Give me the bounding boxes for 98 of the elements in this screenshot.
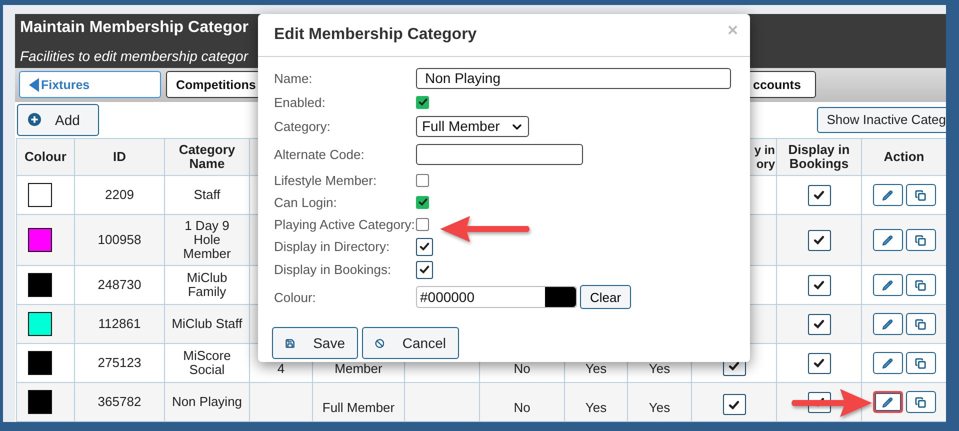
copy-icon [915, 280, 926, 290]
table-cell: MiClub Family [186, 270, 228, 299]
table-cell: Member [334, 361, 382, 376]
copy-icon [915, 190, 926, 200]
checkbox[interactable] [416, 218, 429, 230]
edit-button[interactable] [872, 229, 902, 251]
floppy-icon [285, 338, 296, 348]
check-icon [813, 234, 825, 246]
table-cell: 100958 [98, 232, 142, 247]
pencil-icon [882, 396, 893, 408]
column-header: Colour [24, 149, 66, 164]
add-button[interactable]: Add [17, 104, 99, 136]
check-icon [418, 97, 428, 107]
table-cell: Non Playing [172, 394, 242, 409]
checkbox[interactable] [416, 96, 429, 108]
check-icon [419, 264, 430, 275]
copy-button[interactable] [906, 352, 936, 374]
table-cell: Yes [585, 361, 607, 376]
table-cell: 275123 [98, 355, 142, 370]
nav-tab[interactable]: Fixtures [19, 71, 161, 98]
checkbox[interactable] [808, 230, 830, 250]
check-icon [419, 241, 430, 252]
field-label: Playing Active Category: [274, 216, 416, 232]
copy-button[interactable] [906, 391, 936, 413]
check-icon [813, 279, 825, 291]
edit-button[interactable] [872, 391, 902, 413]
category-select[interactable]: Full Member [416, 116, 529, 137]
copy-icon [915, 396, 926, 408]
pencil-icon [882, 190, 893, 200]
dialog-title: Edit Membership Category [274, 26, 477, 44]
checkbox[interactable] [416, 196, 429, 208]
check-icon [813, 318, 825, 330]
table-cell: 248730 [98, 277, 142, 292]
page-subtitle: Facilities to edit membership categor [20, 48, 250, 64]
check-icon [813, 357, 825, 369]
field-label: Display in Directory: [274, 239, 391, 254]
ban-icon [375, 338, 384, 348]
copy-button[interactable] [906, 313, 936, 335]
check-icon [418, 197, 428, 207]
input-field[interactable] [416, 144, 583, 165]
check-icon [728, 360, 740, 372]
checkbox[interactable] [808, 184, 830, 206]
page-title: Maintain Membership Categor [20, 19, 248, 37]
field-label: Display in Bookings: [274, 262, 392, 277]
check-icon [728, 398, 740, 410]
table-cell: Full Member [322, 400, 395, 415]
checkbox[interactable] [416, 260, 433, 278]
table-cell: 4 [277, 361, 285, 376]
check-icon [813, 189, 825, 201]
save-button[interactable]: Save [272, 327, 358, 359]
column-header: ID [113, 149, 126, 164]
copy-icon [915, 358, 926, 368]
column-header: y in ory [753, 143, 775, 171]
copy-button[interactable] [906, 274, 936, 296]
table-cell: 2209 [105, 187, 134, 202]
column-header: Category Name [178, 142, 236, 171]
column-header: Action [884, 149, 924, 164]
table-cell: Staff [194, 187, 220, 202]
table-cell: No [514, 400, 530, 415]
pencil-icon [882, 234, 893, 246]
edit-button[interactable] [872, 313, 902, 335]
table-cell: No [514, 361, 530, 376]
pencil-icon [882, 358, 893, 368]
checkbox[interactable] [416, 238, 433, 256]
checkbox[interactable] [416, 174, 429, 186]
name-field[interactable]: Non Playing [416, 68, 731, 89]
copy-icon [915, 318, 926, 330]
copy-icon [915, 234, 926, 246]
field-label: Lifestyle Member: [274, 172, 378, 188]
pencil-icon [882, 318, 893, 330]
column-header: Display in Bookings [788, 142, 850, 171]
field-label: Category: [274, 119, 332, 134]
copy-button[interactable] [906, 229, 936, 251]
clear-button[interactable]: Clear [580, 285, 632, 309]
back-arrow-icon [29, 78, 39, 92]
field-label: Alternate Code: [274, 147, 366, 162]
checkbox[interactable] [722, 394, 746, 415]
field-label: Can Login: [274, 194, 338, 210]
edit-button[interactable] [872, 274, 902, 296]
plus-circle-icon [28, 113, 41, 126]
table-cell: Yes [585, 400, 607, 415]
pencil-icon [882, 280, 893, 290]
copy-button[interactable] [906, 184, 936, 206]
checkbox[interactable] [808, 314, 830, 334]
table-cell: 1 Day 9 Hole Member [183, 218, 231, 261]
checkbox[interactable] [808, 352, 830, 374]
table-cell: 365782 [98, 394, 142, 409]
edit-button[interactable] [872, 184, 902, 206]
edit-button[interactable] [872, 352, 902, 374]
colour-field[interactable]: #000000 [416, 286, 577, 308]
table-cell: MiClub Staff [172, 316, 242, 331]
table-cell: MiScore Social [183, 348, 231, 377]
table-cell: 112861 [98, 316, 141, 331]
table-cell: Yes [648, 400, 670, 415]
field-label: Colour: [274, 290, 317, 304]
cancel-button[interactable]: Cancel [362, 327, 459, 359]
checkbox[interactable] [808, 274, 830, 296]
table-cell: Yes [648, 361, 670, 376]
